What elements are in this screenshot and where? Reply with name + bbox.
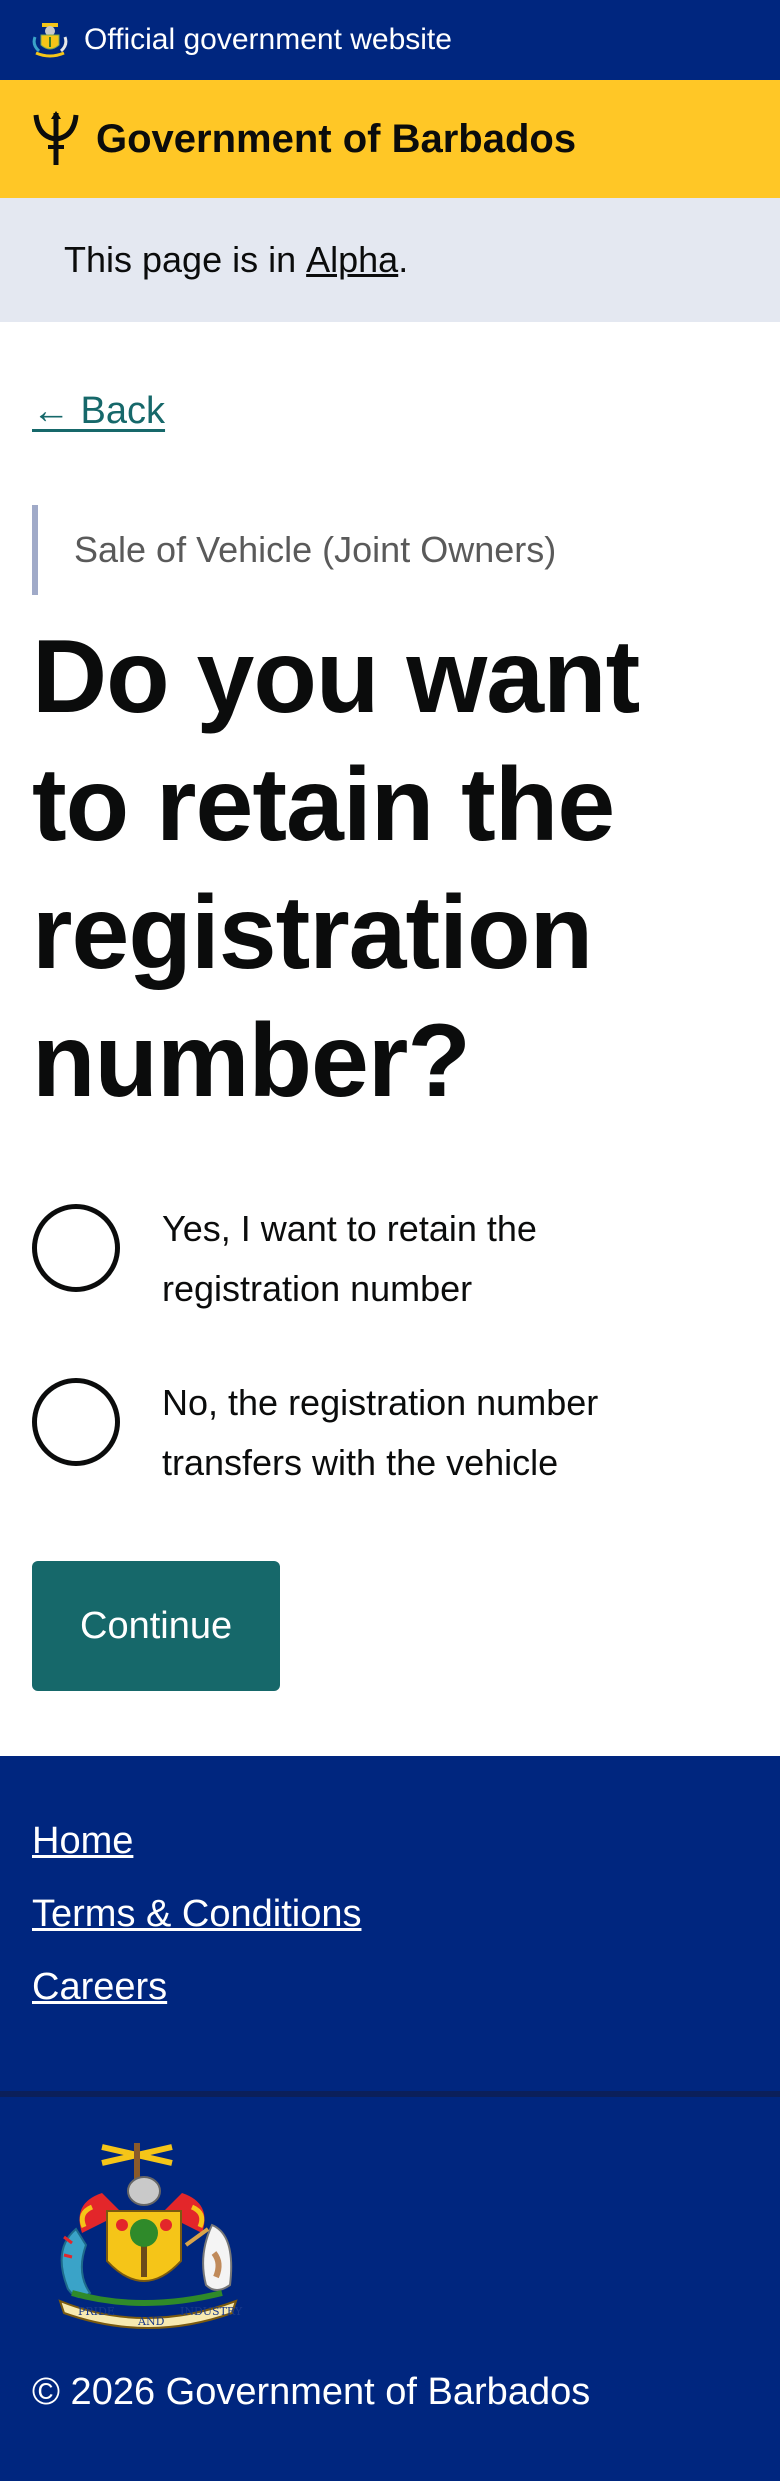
motto-word-1: PRIDE [78,2305,115,2318]
trident-icon [32,111,80,167]
radio-label-yes[interactable]: Yes, I want to retain the registration n… [162,1199,682,1319]
radio-option-no[interactable]: No, the registration number transfers wi… [32,1373,748,1493]
footer-link-terms[interactable]: Terms & Conditions [32,1893,748,1936]
footer-link-home[interactable]: Home [32,1820,748,1863]
radio-option-yes[interactable]: Yes, I want to retain the registration n… [32,1199,748,1319]
motto-word-3: INDUSTRY [180,2305,243,2318]
motto-word-2: AND [137,2315,165,2328]
form-caption: Sale of Vehicle (Joint Owners) [32,505,748,595]
official-banner-text: Official government website [84,23,452,56]
coat-of-arms-icon [32,21,68,59]
footer-bottom: PRIDE AND INDUSTRY © 2026 Government of … [0,2097,780,2481]
page-title: Do you want to retain the registration n… [32,619,640,1119]
back-link[interactable]: ← Back [32,390,165,433]
radio-button-no[interactable] [32,1378,120,1466]
footer-link-careers[interactable]: Careers [32,1966,748,2009]
radio-group: Yes, I want to retain the registration n… [32,1199,748,1493]
phase-banner: This page is in Alpha. [0,198,780,322]
phase-alpha-link[interactable]: Alpha [306,239,398,281]
copyright-text: © 2026 Government of Barbados [32,2371,591,2413]
phase-prefix: This page is in [64,239,307,280]
site-header: Government of Barbados [0,80,780,198]
radio-label-no[interactable]: No, the registration number transfers wi… [162,1373,682,1493]
continue-button[interactable]: Continue [32,1561,281,1691]
coat-of-arms-logo: PRIDE AND INDUSTRY [32,2133,262,2333]
site-title-link[interactable]: Government of Barbados [96,117,576,162]
official-banner: Official government website [0,0,780,80]
footer-nav: Home Terms & Conditions Careers [0,1756,780,2097]
main-content: ← Back Sale of Vehicle (Joint Owners) Do… [0,322,780,1691]
radio-button-yes[interactable] [32,1204,120,1292]
phase-suffix: . [398,239,409,280]
